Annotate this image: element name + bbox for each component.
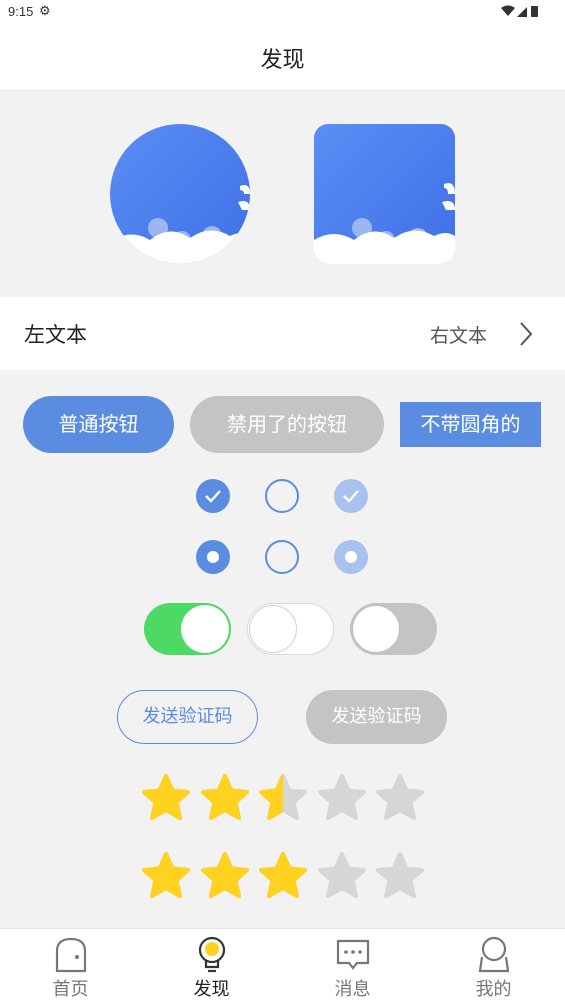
normal-button[interactable]: 普通按钮: [23, 396, 174, 453]
radio-selected-disabled: [334, 540, 368, 574]
star-half-icon[interactable]: [257, 773, 309, 825]
switch-knob: [181, 605, 229, 653]
radio-selected[interactable]: [196, 540, 230, 574]
send-code-button[interactable]: 发送验证码: [117, 690, 258, 744]
checkmark-icon: [205, 490, 221, 503]
title-bar: 发现: [0, 24, 565, 91]
star-empty-icon[interactable]: [316, 773, 368, 825]
circle-image: [110, 124, 250, 264]
star-filled-icon[interactable]: [140, 773, 192, 825]
tab-home[interactable]: 首页: [0, 929, 141, 1005]
wifi-icon: [501, 5, 515, 16]
star-empty-icon[interactable]: [374, 773, 426, 825]
tab-label: 发现: [193, 979, 230, 1000]
tab-profile[interactable]: 我的: [423, 929, 564, 1005]
tab-label: 首页: [52, 979, 89, 1000]
rating-bar-half[interactable]: [140, 773, 430, 827]
checkbox-unchecked[interactable]: [265, 479, 299, 513]
status-time: 9:15: [8, 4, 34, 19]
rating-bar-full[interactable]: [140, 851, 430, 905]
rounded-square-image: [314, 124, 455, 264]
switch-off-disabled: [350, 603, 437, 655]
status-bar: 9:15 ⚙: [0, 0, 565, 24]
switch-knob: [249, 605, 297, 653]
signal-icon: [517, 7, 527, 17]
battery-icon: [531, 6, 538, 17]
message-icon: [336, 939, 369, 970]
switch-knob: [352, 605, 400, 653]
tab-label: 消息: [334, 979, 371, 1000]
star-filled-icon[interactable]: [199, 851, 251, 903]
checkbox-checked[interactable]: [196, 479, 230, 513]
row-right-text: 右文本: [429, 325, 487, 347]
tab-discover[interactable]: 发现: [141, 929, 282, 1005]
star-filled-icon[interactable]: [257, 851, 309, 903]
settings-gear-icon: ⚙: [39, 3, 51, 18]
system-icons: [501, 5, 539, 21]
text-row[interactable]: 左文本 右文本: [0, 297, 565, 370]
home-icon: [55, 937, 86, 973]
checkbox-checked-disabled: [334, 479, 368, 513]
switch-off[interactable]: [247, 603, 334, 655]
image-showcase: [0, 91, 565, 296]
square-corner-button[interactable]: 不带圆角的: [400, 402, 541, 447]
tab-messages[interactable]: 消息: [282, 929, 423, 1005]
star-filled-icon[interactable]: [199, 773, 251, 825]
profile-icon: [478, 936, 509, 973]
row-left-text: 左文本: [24, 323, 87, 347]
switch-on[interactable]: [144, 603, 231, 655]
radio-dot: [345, 551, 357, 563]
send-code-button-disabled: 发送验证码: [306, 690, 447, 744]
star-empty-icon[interactable]: [316, 851, 368, 903]
star-filled-icon[interactable]: [140, 851, 192, 903]
disabled-button: 禁用了的按钮: [190, 396, 384, 453]
radio-dot: [207, 551, 219, 563]
page-title: 发现: [260, 48, 305, 73]
radio-unselected[interactable]: [265, 540, 299, 574]
star-empty-icon[interactable]: [374, 851, 426, 903]
lightbulb-icon: [198, 936, 225, 973]
tab-label: 我的: [475, 979, 512, 1000]
checkmark-icon: [343, 490, 359, 503]
chevron-right-icon: [520, 322, 533, 346]
bottom-tab-bar: 首页 发现 消息 我的: [0, 928, 565, 1005]
